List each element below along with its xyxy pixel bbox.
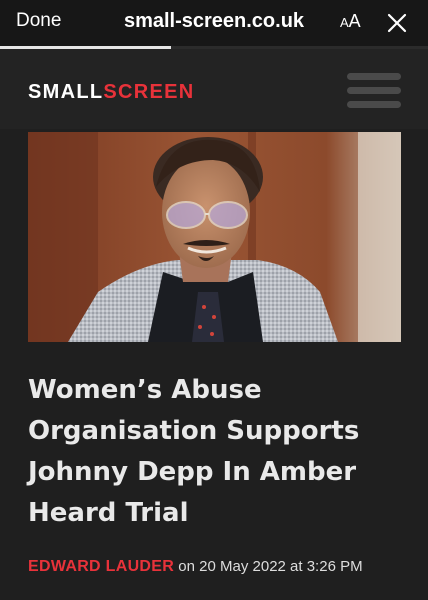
publish-date: on 20 May 2022 at 3:26 PM xyxy=(178,558,363,575)
site-header: SMALLSCREEN xyxy=(0,49,428,129)
hamburger-menu-icon[interactable] xyxy=(347,73,401,109)
menu-line xyxy=(347,101,401,108)
text-size-big-glyph: A xyxy=(348,11,361,31)
hero-photo xyxy=(28,132,401,342)
article-byline: EDWARD LAUDER on 20 May 2022 at 3:26 PM xyxy=(28,558,363,576)
menu-line xyxy=(347,87,401,94)
close-icon[interactable] xyxy=(386,12,408,34)
text-size-button[interactable]: AA xyxy=(340,11,361,32)
author-link[interactable]: EDWARD LAUDER xyxy=(28,558,174,575)
logo-small-text: SMALL xyxy=(28,81,104,103)
browser-toolbar: Done small-screen.co.uk AA xyxy=(0,0,428,48)
site-logo[interactable]: SMALLSCREEN xyxy=(28,81,195,104)
done-button[interactable]: Done xyxy=(16,10,61,32)
article-hero-image xyxy=(28,132,401,342)
menu-line xyxy=(347,73,401,80)
address-bar: small-screen.co.uk xyxy=(0,10,428,33)
url-text[interactable]: small-screen.co.uk xyxy=(124,10,304,32)
article-headline: Women’s Abuse Organisation Supports John… xyxy=(28,375,360,528)
logo-screen-text: SCREEN xyxy=(103,81,195,103)
text-size-small-glyph: A xyxy=(340,15,349,30)
